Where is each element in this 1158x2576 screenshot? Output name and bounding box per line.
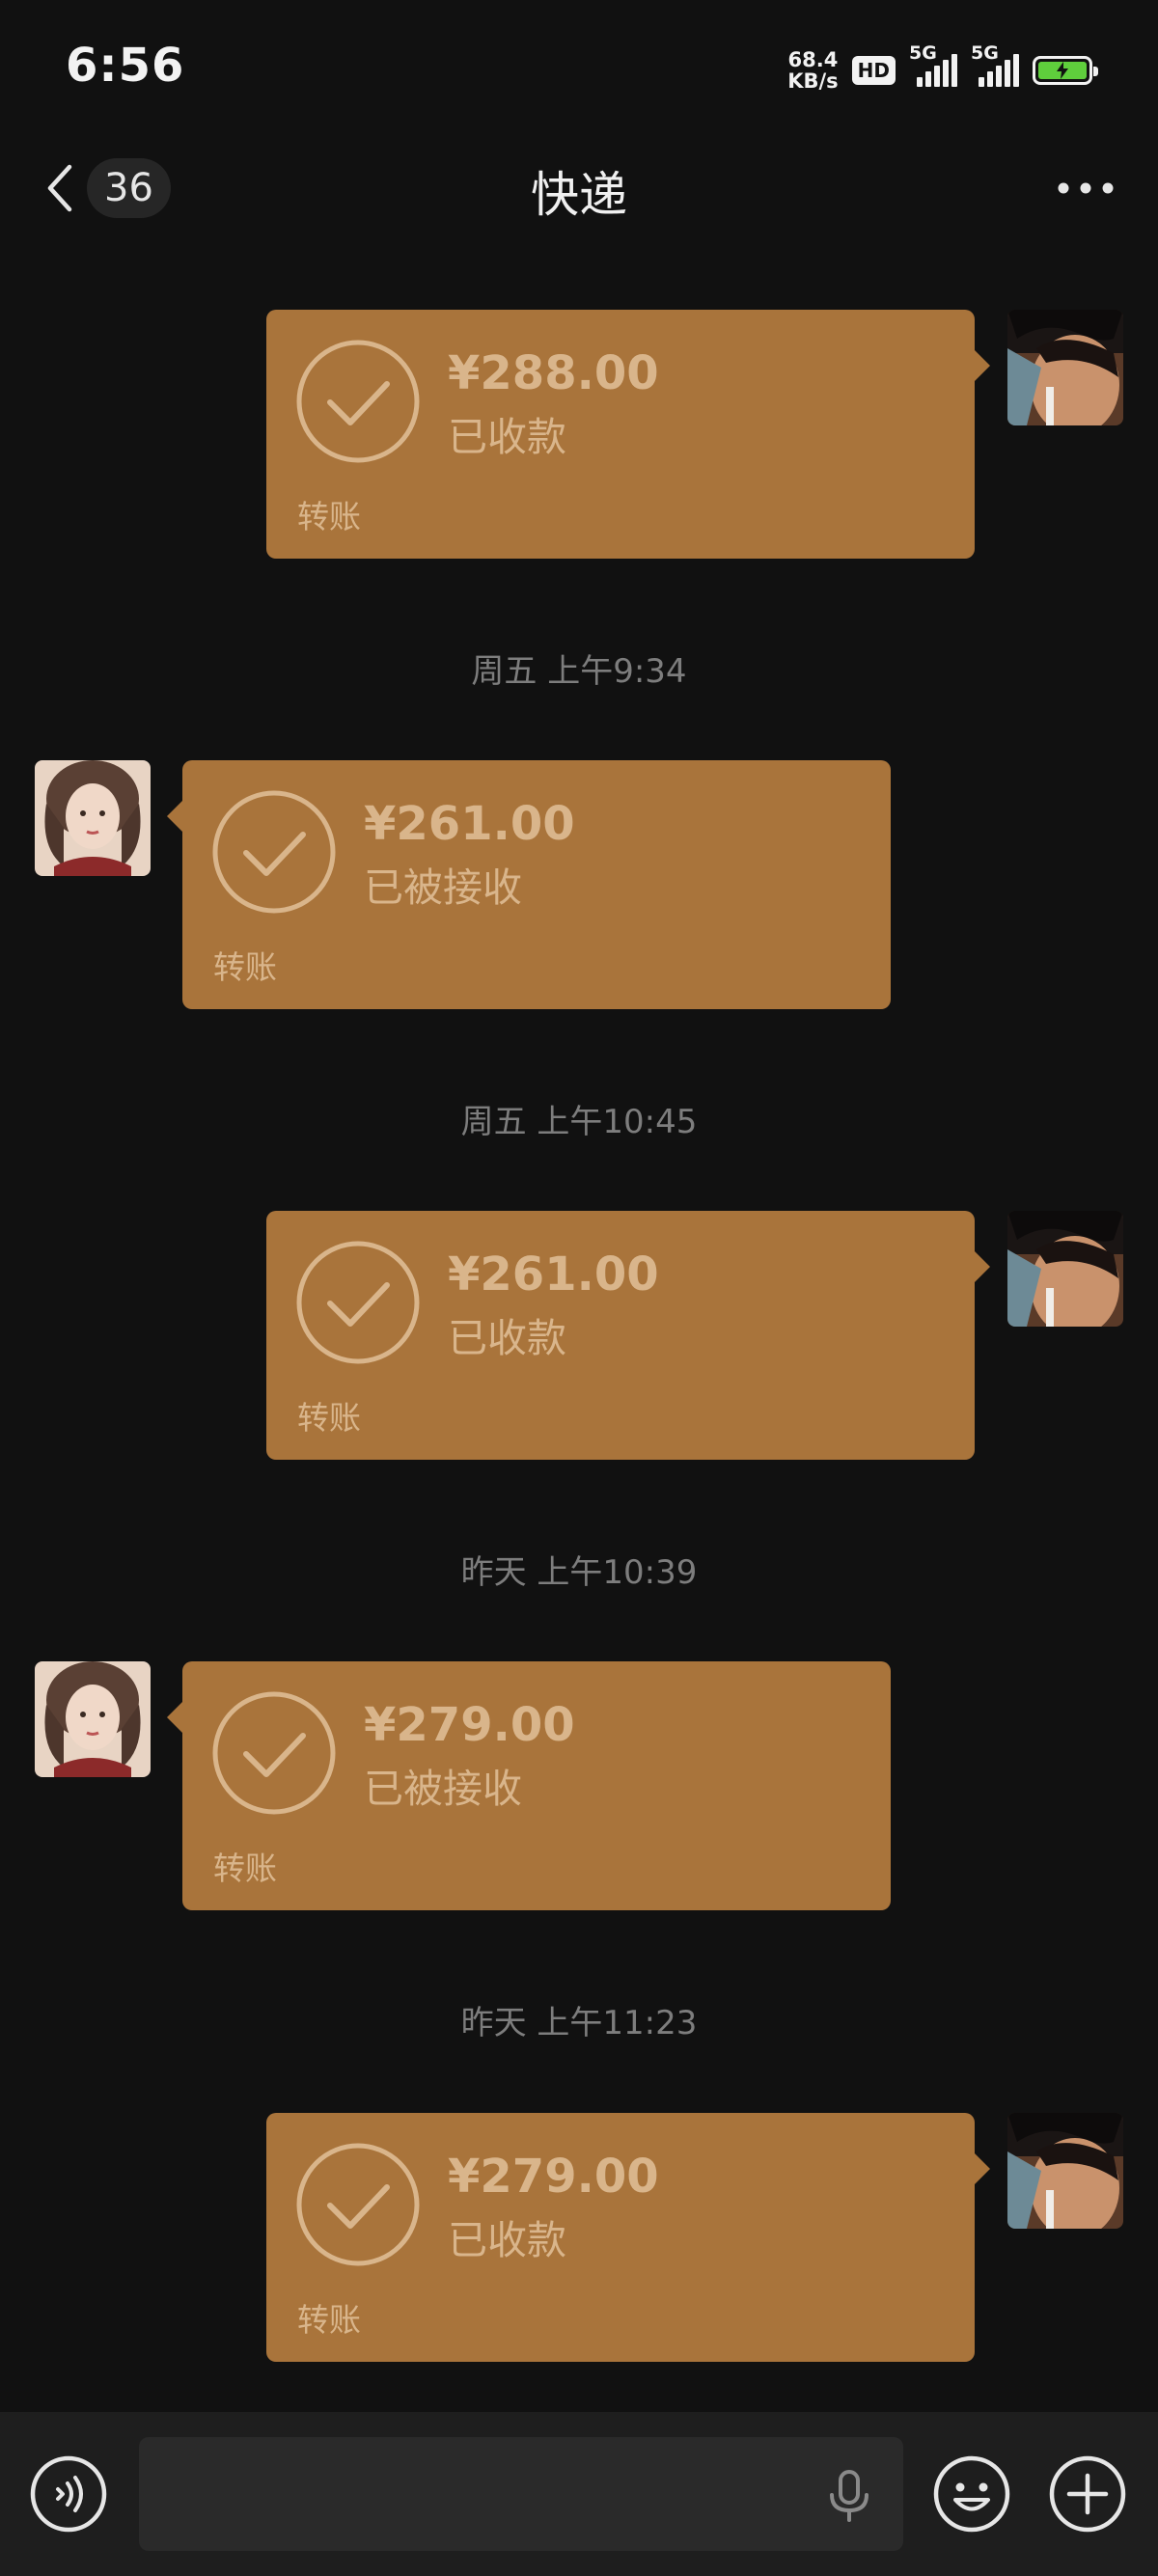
message-timestamp: 昨天 上午10:39 <box>460 1553 698 1592</box>
transfer-status: 已被接收 <box>364 864 522 911</box>
transfer-amount: ¥279.00 <box>448 2150 659 2204</box>
status-bar: 6:56 68.4 KB/s HD 5G 5G <box>0 0 1158 135</box>
transfer-bubble[interactable]: ¥261.00 已被接收 转账 <box>167 760 891 1009</box>
transfer-bubble[interactable]: ¥288.00 已收款 转账 <box>266 310 990 559</box>
plus-icon <box>1049 2455 1126 2533</box>
mic-button[interactable] <box>820 2466 878 2524</box>
avatar[interactable] <box>35 1661 151 1777</box>
check-circle-icon <box>296 2143 420 2266</box>
voice-icon <box>30 2455 107 2533</box>
plus-button[interactable] <box>1048 2454 1127 2534</box>
network-speed-unit: KB/s <box>787 69 839 93</box>
check-circle-icon <box>212 790 336 914</box>
transfer-amount: ¥261.00 <box>448 1247 659 1302</box>
transfer-amount: ¥279.00 <box>364 1698 575 1752</box>
transfer-status: 已被接收 <box>364 1766 522 1812</box>
message-input[interactable] <box>139 2437 903 2551</box>
more-button[interactable] <box>1052 154 1119 222</box>
check-circle-icon <box>212 1691 336 1815</box>
sim2-network-label: 5G <box>971 42 999 64</box>
avatar[interactable] <box>1007 2113 1123 2229</box>
transfer-label: 转账 <box>297 1399 361 1437</box>
status-icons: 68.4 KB/s HD 5G 5G <box>787 42 1098 95</box>
network-speed: 68.4 KB/s <box>787 49 838 92</box>
voice-mode-button[interactable] <box>29 2454 108 2534</box>
check-circle-icon <box>296 340 420 463</box>
message-timestamp: 周五 上午9:34 <box>471 652 687 691</box>
chat-title: 快递 <box>531 167 627 223</box>
transfer-amount: ¥261.00 <box>364 797 575 851</box>
transfer-label: 转账 <box>213 948 277 986</box>
battery-level <box>1038 62 1087 79</box>
avatar[interactable] <box>35 760 151 876</box>
transfer-status: 已收款 <box>448 414 566 460</box>
signal-icon-2: 5G <box>971 42 1019 87</box>
input-bar <box>0 2412 1158 2576</box>
transfer-label: 转账 <box>213 1850 277 1887</box>
network-speed-value: 68.4 <box>787 48 839 71</box>
transfer-status: 已收款 <box>448 2217 566 2263</box>
emoji-button[interactable] <box>932 2454 1011 2534</box>
hd-badge: HD <box>851 56 896 85</box>
chat-area[interactable]: ¥288.00 已收款 转账 周五 上午9:34 ¥261.00 已被接收 转账… <box>0 241 1158 2412</box>
transfer-label: 转账 <box>297 2301 361 2339</box>
avatar[interactable] <box>1007 310 1123 425</box>
sim1-network-label: 5G <box>909 42 937 64</box>
transfer-status: 已收款 <box>448 1315 566 1361</box>
message-timestamp: 周五 上午10:45 <box>460 1103 698 1141</box>
more-dots-icon <box>1058 182 1114 194</box>
message-timestamp: 昨天 上午11:23 <box>460 2004 698 2042</box>
avatar[interactable] <box>1007 1211 1123 1327</box>
status-time: 6:56 <box>66 39 185 93</box>
signal-icon: 5G <box>909 42 957 87</box>
battery-icon <box>1033 56 1098 85</box>
emoji-icon <box>933 2455 1010 2533</box>
transfer-bubble[interactable]: ¥279.00 已收款 转账 <box>266 2113 990 2362</box>
nav-bar: 36 快递 <box>0 135 1158 241</box>
transfer-bubble[interactable]: ¥279.00 已被接收 转账 <box>167 1661 891 1910</box>
transfer-label: 转账 <box>297 498 361 535</box>
transfer-amount: ¥288.00 <box>448 346 659 400</box>
check-circle-icon <box>296 1241 420 1364</box>
mic-icon <box>830 2470 868 2522</box>
transfer-bubble[interactable]: ¥261.00 已收款 转账 <box>266 1211 990 1460</box>
charging-bolt-icon <box>1057 62 1068 79</box>
